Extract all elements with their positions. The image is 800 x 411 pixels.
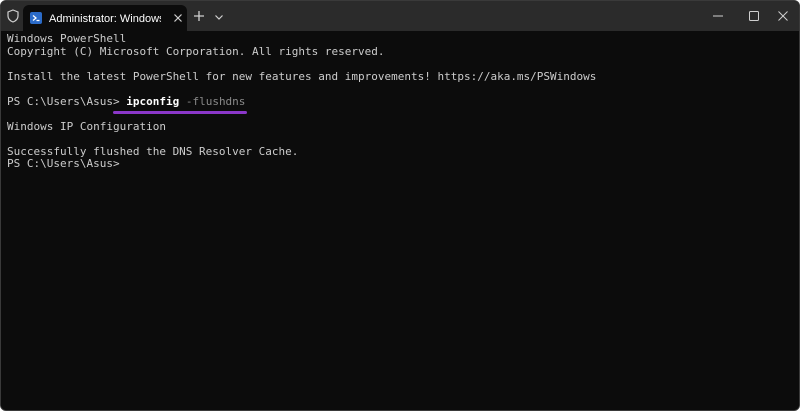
plus-icon — [194, 11, 204, 21]
new-tab-button[interactable] — [192, 9, 206, 23]
command-line: PS C:\Users\Asus> ipconfig -flushdns — [7, 94, 799, 109]
close-icon[interactable] — [170, 10, 186, 26]
output-result: Successfully flushed the DNS Resolver Ca… — [7, 144, 299, 158]
output-title: Windows IP Configuration — [7, 119, 166, 133]
chevron-down-icon — [215, 15, 223, 20]
terminal-window: Administrator: Windows PowerShell — [0, 0, 800, 411]
command-highlight-underline — [113, 111, 247, 114]
tab-title: Administrator: Windows PowerShell — [49, 13, 161, 25]
command-name: ipconfig — [126, 94, 180, 108]
copyright-line: Copyright (C) Microsoft Corporation. All… — [7, 44, 385, 58]
title-bar: Administrator: Windows PowerShell — [1, 1, 799, 31]
shield-icon — [7, 9, 19, 23]
tab-dropdown-button[interactable] — [213, 10, 225, 22]
terminal-output[interactable]: Windows PowerShell Copyright (C) Microso… — [1, 31, 799, 410]
tab-powershell[interactable]: Administrator: Windows PowerShell — [23, 5, 187, 31]
command-argument: -flushdns — [179, 94, 246, 108]
current-prompt: PS C:\Users\Asus> — [7, 157, 120, 170]
banner-line: Windows PowerShell — [7, 32, 127, 45]
powershell-icon — [30, 12, 42, 24]
close-icon — [778, 11, 788, 21]
maximize-icon — [749, 11, 759, 21]
close-window-button[interactable] — [765, 1, 799, 31]
minimize-button[interactable] — [700, 1, 736, 31]
minimize-icon — [713, 15, 723, 17]
prompt: PS C:\Users\Asus> — [7, 94, 127, 108]
install-hint-line: Install the latest PowerShell for new fe… — [7, 69, 597, 83]
